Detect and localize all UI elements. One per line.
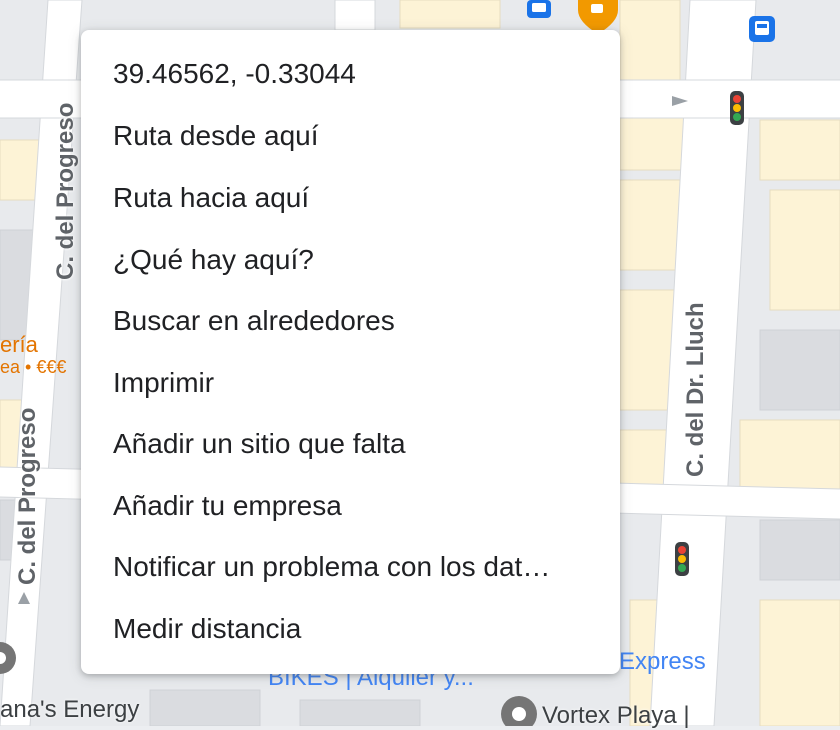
menu-item-whats-here[interactable]: ¿Qué hay aquí?: [81, 229, 620, 291]
menu-item-search-nearby[interactable]: Buscar en alrededores: [81, 290, 620, 352]
energy-label[interactable]: ana's Energy: [0, 696, 139, 724]
traffic-light-icon: [675, 542, 689, 576]
street-label-progreso-upper: C. del Progreso: [52, 102, 79, 280]
street-label-dr-lluch: C. del Dr. Lluch: [682, 302, 709, 477]
menu-item-directions-from[interactable]: Ruta desde aquí: [81, 105, 620, 167]
menu-item-add-missing-place[interactable]: Añadir un sitio que falta: [81, 413, 620, 475]
express-label[interactable]: Express: [619, 648, 706, 676]
street-label-progreso-lower: C. del Progreso: [14, 407, 41, 585]
menu-item-directions-to[interactable]: Ruta hacia aquí: [81, 167, 620, 229]
poi-sublabel: ea • €€€: [0, 357, 67, 377]
menu-item-print[interactable]: Imprimir: [81, 352, 620, 414]
menu-item-report-data-problem[interactable]: Notificar un problema con los dat…: [81, 536, 620, 598]
bus-stop-icon[interactable]: [527, 0, 551, 18]
bus-stop-icon[interactable]: [749, 16, 775, 42]
traffic-light-icon: [730, 91, 744, 125]
menu-item-add-business[interactable]: Añadir tu empresa: [81, 475, 620, 537]
map-context-menu: 39.46562, -0.33044 Ruta desde aquí Ruta …: [81, 30, 620, 674]
poi-label[interactable]: ería: [0, 332, 38, 358]
menu-item-coordinates[interactable]: 39.46562, -0.33044: [81, 43, 620, 105]
menu-item-measure-distance[interactable]: Medir distancia: [81, 598, 620, 660]
